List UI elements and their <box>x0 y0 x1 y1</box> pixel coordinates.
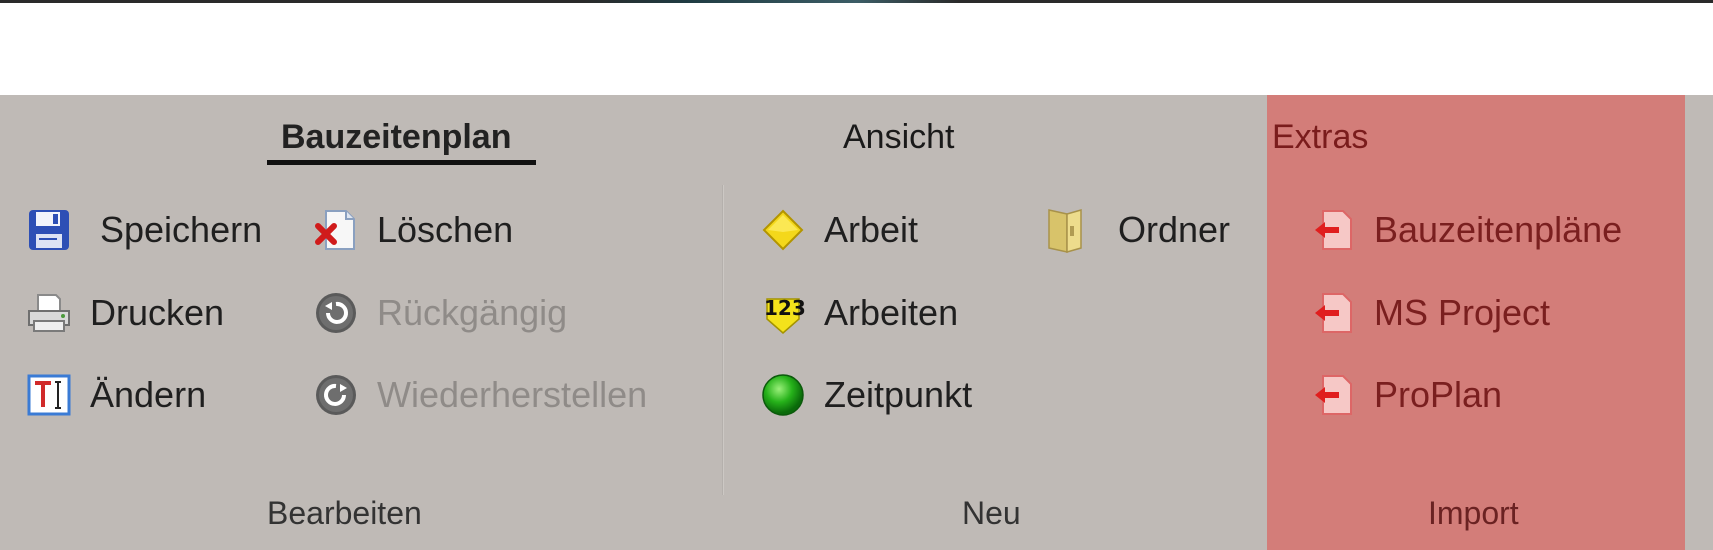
group-label-bearbeiten: Bearbeiten <box>267 495 422 531</box>
arbeit-label: Arbeit <box>824 209 919 250</box>
loeschen-button[interactable]: Löschen <box>313 205 513 255</box>
bauzeitenplaene-label: Bauzeitenpläne <box>1374 209 1623 250</box>
group-label-import: Import <box>1428 495 1519 531</box>
import-arrow-icon <box>1310 207 1356 253</box>
printer-icon <box>26 290 72 336</box>
active-tab-indicator <box>267 160 536 165</box>
rueckgaengig-button[interactable]: Rückgängig <box>313 288 567 338</box>
redo-icon <box>313 372 359 418</box>
zeitpunkt-label: Zeitpunkt <box>824 374 973 415</box>
ordner-button[interactable]: Ordner <box>1042 205 1230 255</box>
ms-project-label: MS Project <box>1374 292 1551 333</box>
title-area <box>0 3 1713 95</box>
import-ms-project-button[interactable]: MS Project <box>1310 288 1550 338</box>
import-arrow-icon <box>1310 290 1356 336</box>
folder-icon <box>1042 207 1088 253</box>
svg-text:123: 123 <box>764 296 805 320</box>
wiederherstellen-button[interactable]: Wiederherstellen <box>313 370 647 420</box>
drucken-button[interactable]: Drucken <box>26 288 224 338</box>
drucken-label: Drucken <box>90 292 225 333</box>
ordner-label: Ordner <box>1118 209 1231 250</box>
edit-text-icon <box>26 372 72 418</box>
tab-extras[interactable]: Extras <box>1272 118 1368 157</box>
arbeiten-label: Arbeiten <box>824 292 959 333</box>
proplan-label: ProPlan <box>1374 374 1503 415</box>
loeschen-label: Löschen <box>377 209 514 250</box>
speichern-button[interactable]: Speichern <box>26 205 262 255</box>
numbered-tag-icon: 123 <box>760 290 806 336</box>
tab-ansicht[interactable]: Ansicht <box>843 118 955 157</box>
arbeiten-button[interactable]: 123 Arbeiten <box>760 288 958 338</box>
rueckgaengig-label: Rückgängig <box>377 292 568 333</box>
wiederherstellen-label: Wiederherstellen <box>377 374 648 415</box>
group-label-neu: Neu <box>962 495 1021 531</box>
aendern-label: Ändern <box>90 374 207 415</box>
arbeit-button[interactable]: Arbeit <box>760 205 918 255</box>
import-bauzeitenplaene-button[interactable]: Bauzeitenpläne <box>1310 205 1622 255</box>
aendern-button[interactable]: Ändern <box>26 370 206 420</box>
undo-icon <box>313 290 359 336</box>
import-proplan-button[interactable]: ProPlan <box>1310 370 1502 420</box>
zeitpunkt-button[interactable]: Zeitpunkt <box>760 370 972 420</box>
group-separator <box>722 185 724 495</box>
delete-document-icon <box>313 207 359 253</box>
tab-bauzeitenplan[interactable]: Bauzeitenplan <box>281 118 511 157</box>
diamond-icon <box>760 207 806 253</box>
speichern-label: Speichern <box>100 209 263 250</box>
save-icon <box>26 207 72 253</box>
green-circle-icon <box>760 372 806 418</box>
import-arrow-icon <box>1310 372 1356 418</box>
